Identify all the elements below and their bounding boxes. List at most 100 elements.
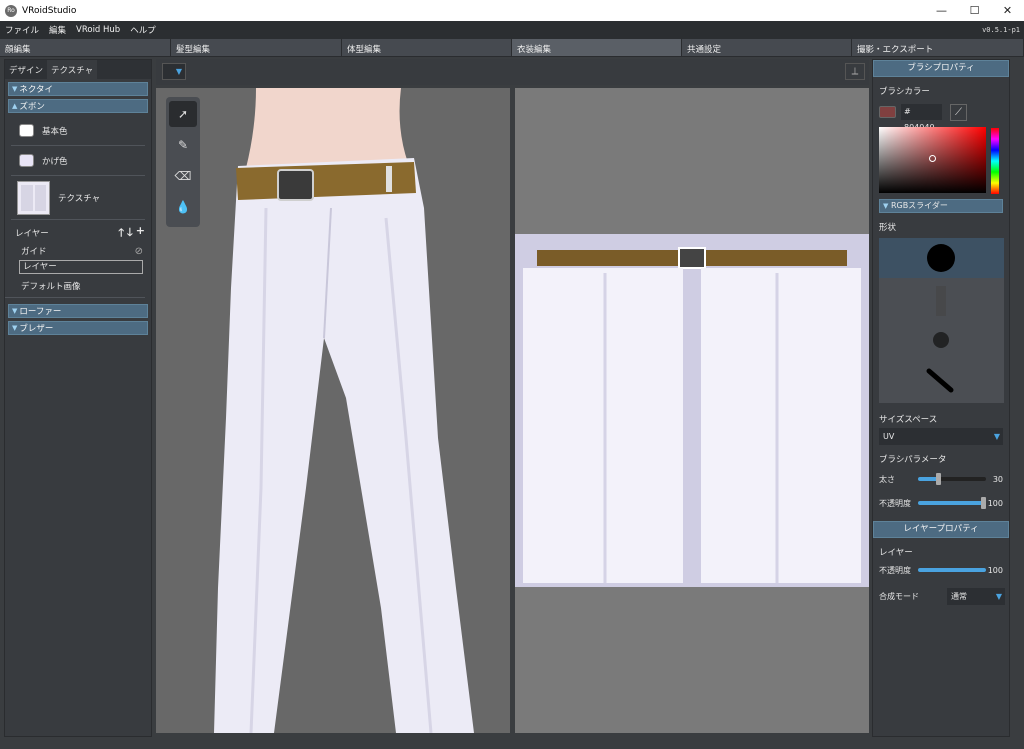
shape-label: 形状 (879, 223, 897, 233)
opacity-label: 不透明度 (879, 498, 911, 508)
opacity-slider[interactable] (918, 497, 986, 509)
pen-tool-icon[interactable]: ✎ (169, 132, 197, 158)
layer-properties-header: レイヤープロパティ (873, 521, 1009, 538)
section-label: ローファー (19, 307, 62, 317)
minimize-button[interactable]: — (925, 0, 958, 21)
brush-properties-header: ブラシプロパティ (873, 60, 1009, 77)
layer-opacity-label: 不透明度 (879, 565, 911, 575)
section-label: ネクタイ (19, 85, 54, 95)
texture-thumbnail[interactable] (17, 180, 50, 215)
texture-canvas (515, 234, 869, 587)
symmetry-icon[interactable]: ⟂ (845, 63, 865, 80)
rgb-slider-toggle[interactable]: ▼ RGBスライダー (879, 199, 1003, 213)
tab-common[interactable]: 共通設定 (682, 39, 852, 57)
layer-header-label: レイヤー (15, 229, 49, 239)
eyedropper-icon[interactable]: ⟋ (950, 103, 967, 121)
menu-file[interactable]: ファイル (0, 24, 44, 36)
chevron-down-icon: ▼ (12, 324, 18, 332)
section-pants[interactable]: ▲ ズボン (8, 99, 148, 113)
tab-design[interactable]: デザイン (5, 60, 47, 79)
menu-vroid-hub[interactable]: VRoid Hub (71, 25, 125, 35)
chevron-down-icon: ▼ (12, 307, 18, 315)
viewport-toolbar: ▼ ⟂ (156, 59, 869, 85)
view-dropdown[interactable]: ▼ (162, 63, 186, 80)
tab-body[interactable]: 体型編集 (342, 39, 512, 57)
layer-item-label: デフォルト画像 (21, 281, 81, 292)
select-tool-icon[interactable]: ➚ (169, 101, 197, 127)
blend-mode-label: 合成モード (879, 591, 919, 601)
shade-color-label: かげ色 (42, 156, 68, 167)
layer-opacity-row: 不透明度 100 (873, 560, 1009, 580)
section-necktie[interactable]: ▼ ネクタイ (8, 82, 148, 96)
section-loafers[interactable]: ▼ ローファー (8, 304, 148, 318)
close-button[interactable]: ✕ (991, 0, 1024, 21)
layer-item-guide[interactable]: ガイド ⊘ (5, 242, 151, 260)
tab-hair[interactable]: 髪型編集 (171, 39, 342, 57)
layer-item-default-image[interactable]: デフォルト画像 (5, 274, 145, 298)
base-color-swatch[interactable] (19, 124, 34, 137)
brush-shape-list (879, 238, 1004, 403)
plus-icon[interactable]: + (136, 224, 145, 243)
thickness-row: 太さ 30 (873, 469, 1009, 489)
layer-item-label: ガイド (21, 247, 47, 257)
size-space-dropdown[interactable]: UV ▼ (879, 428, 1003, 445)
menu-bar: ファイル 編集 VRoid Hub ヘルプ v0.5.1-p1 (0, 21, 1024, 39)
layer-item-layer[interactable]: レイヤー (19, 260, 143, 274)
layer-header: レイヤー 🡑 🡓 + (5, 224, 151, 242)
left-panel: デザイン テクスチャ ▼ ネクタイ ▲ ズボン 基本色 かげ色 テクスチャ レイ… (4, 59, 152, 737)
tab-face[interactable]: 顔編集 (0, 39, 171, 57)
section-label: ブレザー (19, 324, 54, 334)
version-label: v0.5.1-p1 (982, 26, 1020, 34)
arrow-up-icon[interactable]: 🡑 (118, 224, 124, 243)
thickness-value: 30 (992, 474, 1003, 484)
size-space-label: サイズスペース (879, 415, 938, 425)
arrow-down-icon[interactable]: 🡓 (127, 224, 133, 243)
right-panel: ブラシプロパティ ブラシカラー # 804040 ⟋ ▼ RGBスライダー 形状… (872, 59, 1010, 737)
tab-export[interactable]: 撮影・エクスポート (852, 39, 1024, 57)
chevron-down-icon: ▼ (883, 202, 889, 210)
opacity-value: 100 (987, 498, 1003, 508)
blend-mode-row: 合成モード 通常 ▼ (873, 586, 1009, 606)
fill-tool-icon[interactable]: 💧 (169, 194, 197, 220)
layer-label: レイヤー (879, 548, 913, 558)
app-logo-icon: Ro (5, 4, 17, 17)
brush-color-label: ブラシカラー (879, 87, 930, 97)
color-picker[interactable] (879, 127, 986, 193)
tool-palette: ➚ ✎ ⌫ 💧 (166, 97, 200, 227)
thickness-slider[interactable] (918, 473, 986, 485)
opacity-row: 不透明度 100 (873, 493, 1009, 513)
brush-param-label: ブラシパラメータ (879, 455, 947, 465)
texture-row[interactable]: テクスチャ (11, 176, 145, 220)
model-preview (214, 88, 474, 733)
eye-hidden-icon[interactable]: ⊘ (135, 246, 143, 257)
tab-outfit[interactable]: 衣装編集 (512, 39, 682, 57)
title-bar: Ro VRoidStudio — ☐ ✕ (0, 0, 1024, 21)
tab-texture[interactable]: テクスチャ (47, 60, 98, 79)
blend-mode-dropdown[interactable]: 通常 ▼ (947, 587, 1005, 605)
shade-color-row[interactable]: かげ色 (11, 146, 145, 176)
texture-label: テクスチャ (58, 193, 101, 204)
texture-viewport[interactable] (515, 88, 869, 733)
eraser-tool-icon[interactable]: ⌫ (169, 163, 197, 189)
picker-handle[interactable] (929, 155, 936, 162)
brush-shapes (926, 244, 955, 393)
section-label: ズボン (19, 102, 45, 112)
section-blazer[interactable]: ▼ ブレザー (8, 321, 148, 335)
menu-edit[interactable]: 編集 (44, 24, 71, 36)
thickness-label: 太さ (879, 474, 895, 484)
model-viewport[interactable] (156, 88, 510, 733)
hue-slider[interactable] (991, 128, 999, 194)
window-title: VRoidStudio (22, 5, 77, 16)
layer-opacity-value: 100 (987, 565, 1003, 575)
chevron-up-icon: ▲ (12, 102, 18, 110)
menu-help[interactable]: ヘルプ (125, 24, 161, 36)
shade-color-swatch[interactable] (19, 154, 34, 167)
base-color-row[interactable]: 基本色 (11, 116, 145, 146)
base-color-label: 基本色 (42, 126, 68, 137)
layer-opacity-slider[interactable] (918, 568, 986, 572)
hex-input[interactable]: # 804040 (901, 104, 942, 132)
chevron-down-icon: ▼ (12, 85, 18, 93)
maximize-button[interactable]: ☐ (958, 0, 991, 21)
brush-color-swatch[interactable] (879, 106, 896, 118)
mode-tabs: 顔編集 髪型編集 体型編集 衣装編集 共通設定 撮影・エクスポート (0, 39, 1024, 57)
